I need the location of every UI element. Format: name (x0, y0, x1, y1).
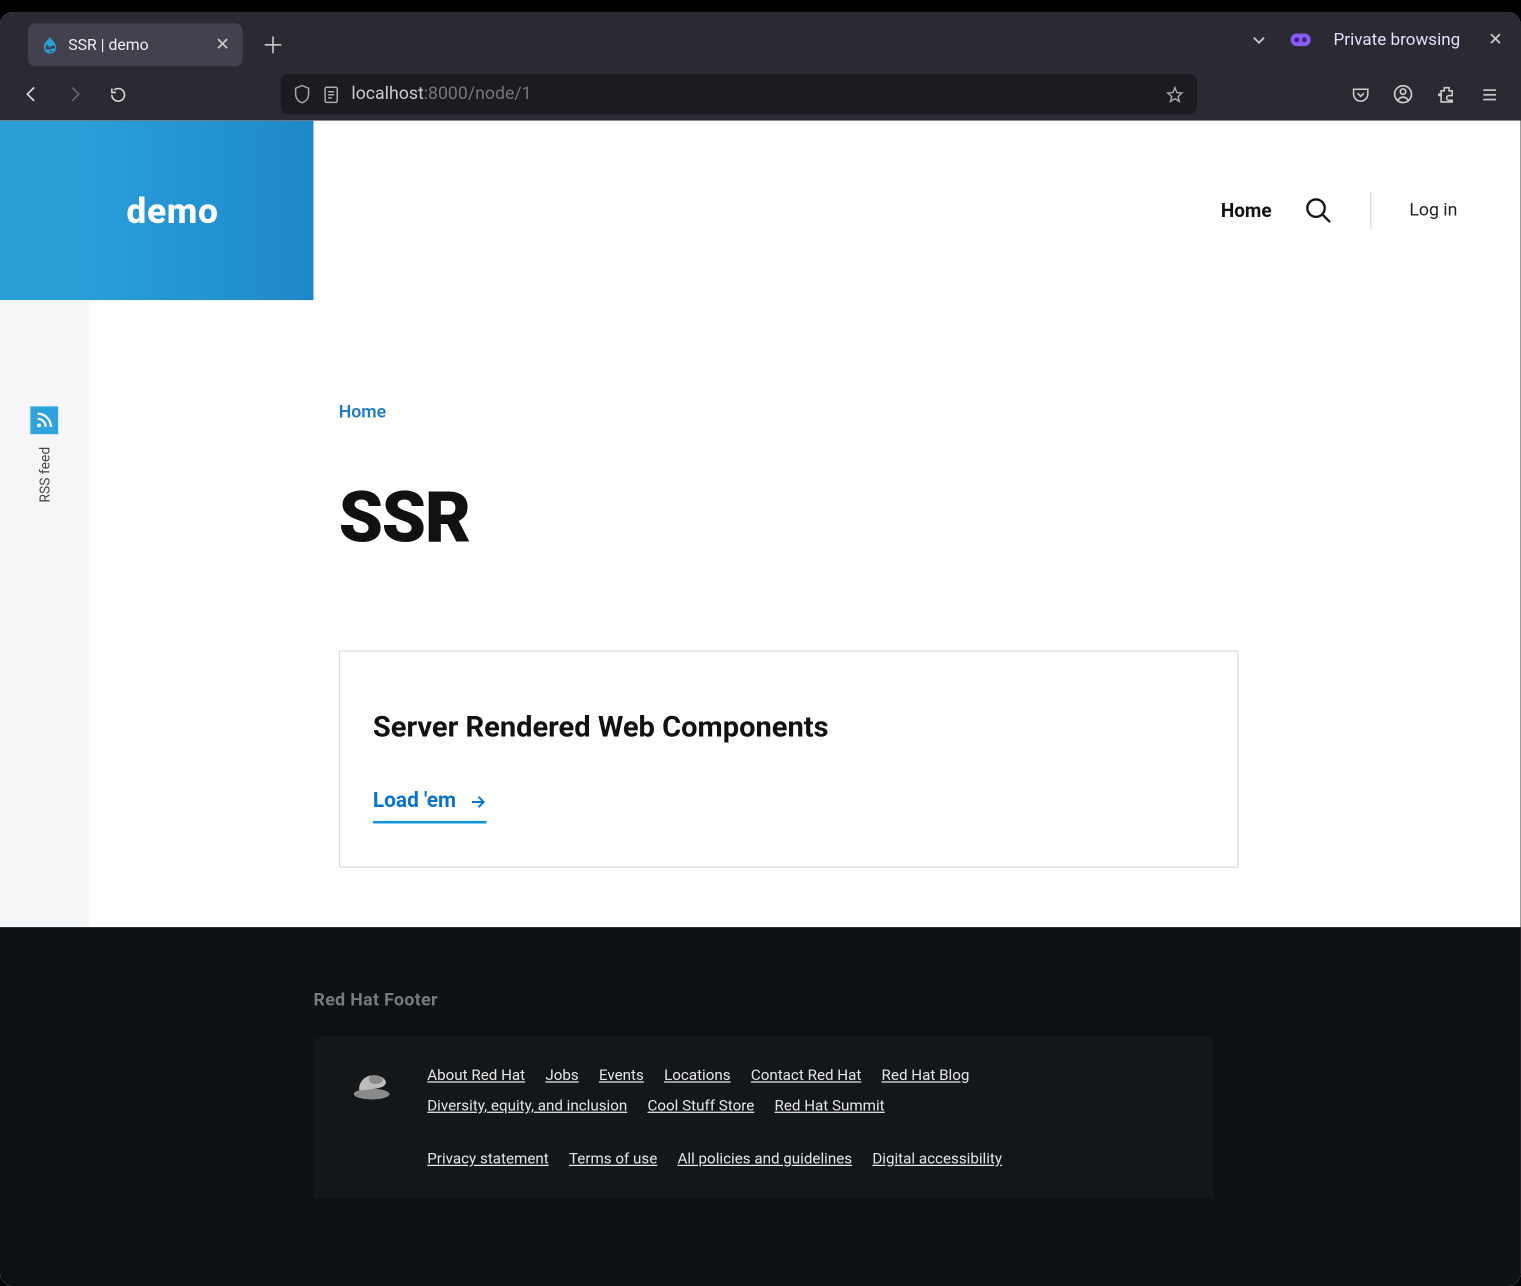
card-title: Server Rendered Web Components (373, 710, 1205, 744)
header-divider (1370, 191, 1371, 229)
browser-chrome: SSR | demo ✕ ＋ Private browsing ✕ (0, 12, 1521, 121)
footer-link[interactable]: Jobs (545, 1066, 578, 1084)
breadcrumb: Home (339, 399, 1268, 423)
footer-link[interactable]: Red Hat Summit (775, 1097, 885, 1115)
url-text: localhost:8000/node/1 (351, 84, 531, 104)
site-logo-text: demo (126, 190, 218, 232)
card-cta-link[interactable]: Load 'em (373, 789, 487, 823)
footer-link[interactable]: Contact Red Hat (751, 1066, 862, 1084)
bookmark-star-icon[interactable] (1165, 85, 1184, 104)
url-path: :8000/node/1 (424, 84, 532, 104)
footer-link[interactable]: Events (599, 1066, 644, 1084)
rss-icon[interactable] (30, 406, 58, 434)
site-footer: Red Hat Footer About Red Hat Jobs (0, 927, 1521, 1286)
tabs-list-chevron-icon[interactable] (1250, 31, 1268, 49)
footer-link[interactable]: All policies and guidelines (678, 1150, 853, 1168)
tab-title: SSR | demo (68, 35, 148, 54)
footer-heading: Red Hat Footer (313, 990, 1520, 1010)
footer-link[interactable]: Locations (664, 1066, 731, 1084)
private-browsing-label: Private browsing (1334, 30, 1461, 50)
private-mask-icon (1291, 32, 1311, 47)
footer-row-primary-b: Diversity, equity, and inclusion Cool St… (427, 1097, 1002, 1115)
url-host: localhost (351, 84, 423, 104)
footer-link[interactable]: Privacy statement (427, 1150, 549, 1168)
card-cta-label: Load 'em (373, 789, 456, 813)
account-icon[interactable] (1384, 75, 1422, 113)
login-link[interactable]: Log in (1409, 200, 1457, 220)
site-header: demo Home Log in (0, 121, 1521, 300)
footer-link[interactable]: Cool Stuff Store (648, 1097, 755, 1115)
new-tab-button[interactable]: ＋ (255, 27, 290, 62)
content-card: Server Rendered Web Components Load 'em (339, 650, 1239, 867)
nav-forward-button[interactable] (56, 75, 94, 113)
drupal-favicon-icon (40, 36, 58, 54)
extensions-icon[interactable] (1427, 75, 1465, 113)
search-icon[interactable] (1304, 197, 1332, 225)
footer-row-secondary: Privacy statement Terms of use All polic… (427, 1150, 1002, 1168)
social-rail: RSS feed (0, 300, 88, 927)
pocket-icon[interactable] (1341, 75, 1379, 113)
url-bar[interactable]: localhost:8000/node/1 (281, 74, 1197, 114)
redhat-fedora-icon (344, 1069, 400, 1102)
site-info-icon[interactable] (324, 85, 339, 104)
arrow-right-icon (469, 793, 487, 811)
footer-row-primary: About Red Hat Jobs Events Locations Cont… (427, 1066, 1002, 1084)
app-menu-icon[interactable] (1470, 75, 1508, 113)
tracking-shield-icon[interactable] (293, 84, 311, 104)
tab-close-icon[interactable]: ✕ (215, 35, 230, 55)
nav-reload-button[interactable] (99, 75, 137, 113)
footer-link[interactable]: About Red Hat (427, 1066, 525, 1084)
breadcrumb-home-link[interactable]: Home (339, 403, 386, 423)
footer-link[interactable]: Digital accessibility (872, 1150, 1002, 1168)
footer-link[interactable]: Red Hat Blog (882, 1066, 970, 1084)
footer-link[interactable]: Terms of use (569, 1150, 657, 1168)
browser-tab[interactable]: SSR | demo ✕ (28, 23, 243, 66)
nav-back-button[interactable] (13, 75, 51, 113)
page-title: SSR (339, 476, 1268, 559)
window-close-icon[interactable]: ✕ (1488, 30, 1503, 50)
footer-link[interactable]: Diversity, equity, and inclusion (427, 1097, 627, 1115)
site-logo[interactable]: demo (0, 121, 313, 300)
rss-label[interactable]: RSS feed (36, 447, 52, 503)
nav-home-link[interactable]: Home (1221, 199, 1272, 222)
